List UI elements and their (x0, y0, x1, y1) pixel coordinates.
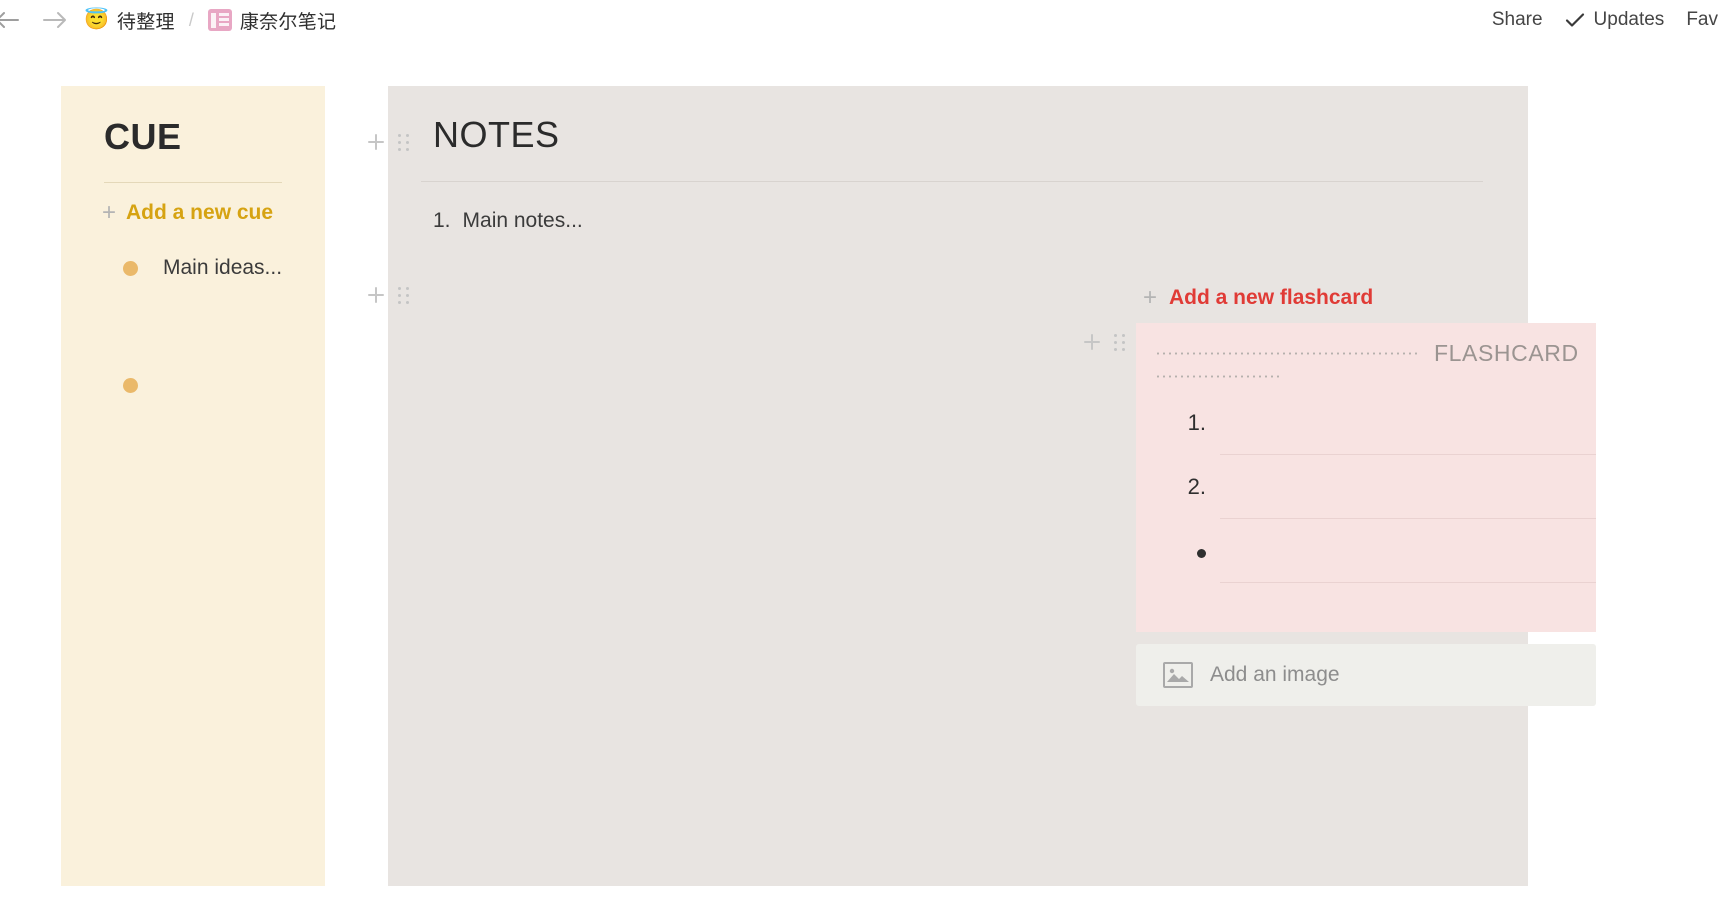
flashcard[interactable]: FLASHCARD 1. 2. (1136, 323, 1596, 632)
flashcard-label: FLASHCARD (1434, 339, 1579, 366)
flashcard-item-input[interactable] (1220, 408, 1596, 455)
bullet-icon (1197, 549, 1206, 558)
flashcard-list-item[interactable]: 2. (1136, 472, 1596, 536)
forward-arrow-icon[interactable] (38, 3, 72, 37)
cue-divider (104, 182, 282, 183)
flashcard-item-input[interactable] (1220, 536, 1596, 583)
breadcrumb-parent-label: 待整理 (116, 11, 175, 33)
workspace: CUE + Add a new cue Main ideas... NOTES … (0, 40, 1718, 924)
cue-title: CUE (104, 116, 182, 157)
breadcrumb-item-parent[interactable]: 😇 待整理 (84, 7, 175, 34)
plus-icon: + (102, 199, 117, 226)
image-icon (1163, 662, 1193, 688)
add-block-icon[interactable] (366, 132, 386, 152)
bullet-icon (123, 378, 138, 393)
flashcard-list-item[interactable]: 1. (1136, 408, 1596, 472)
add-image-button[interactable]: Add an image (1136, 644, 1596, 706)
updates-label: Updates (1593, 9, 1665, 30)
add-new-cue-button[interactable]: + Add a new cue (102, 201, 325, 225)
drag-handle-icon[interactable] (398, 286, 409, 304)
add-new-flashcard-label: Add a new flashcard (1169, 286, 1374, 309)
favorites-button[interactable]: Fav (1686, 9, 1718, 31)
flashcard-item-marker: 2. (1187, 474, 1206, 499)
flashcard-item-marker: 1. (1187, 410, 1206, 435)
breadcrumb-separator: / (188, 9, 194, 30)
add-new-cue-label: Add a new cue (126, 201, 274, 224)
add-block-icon[interactable] (366, 285, 386, 305)
drag-handle-icon[interactable] (398, 133, 409, 151)
flashcard-header: FLASHCARD (1155, 331, 1596, 375)
bullet-icon (123, 260, 138, 276)
notes-row-controls (366, 285, 409, 305)
notes-list-item[interactable]: 1. Main notes... (433, 209, 1528, 233)
flashcard-block-controls (1082, 332, 1125, 352)
breadcrumb-current-label: 康奈尔笔记 (239, 11, 337, 33)
add-image-label: Add an image (1210, 663, 1340, 686)
notes-item-number: 1. (433, 209, 451, 232)
flashcard-list-item[interactable] (1136, 536, 1596, 600)
share-button[interactable]: Share (1492, 9, 1543, 31)
dotted-line-decoration (1155, 351, 1420, 355)
notes-title: NOTES (433, 114, 560, 155)
cue-item-label: Main ideas... (163, 256, 283, 279)
notes-item-label: Main notes... (462, 209, 583, 232)
updates-button[interactable]: Updates (1565, 9, 1665, 31)
cue-list-item[interactable] (123, 378, 325, 393)
dotted-line-decoration (1155, 375, 1279, 378)
add-block-icon[interactable] (1082, 332, 1102, 352)
angel-emoji-icon: 😇 (84, 9, 109, 31)
check-icon (1565, 12, 1585, 28)
breadcrumb: 😇 待整理 / 康奈尔笔记 (84, 7, 336, 34)
drag-handle-icon[interactable] (1114, 333, 1125, 351)
favorites-label: Fav (1686, 9, 1718, 30)
notebook-icon (207, 9, 232, 31)
flashcard-item-marker (1136, 536, 1220, 564)
nav-arrows (0, 3, 72, 37)
notes-divider (421, 181, 1483, 182)
cue-list-item[interactable]: Main ideas... (123, 256, 325, 280)
add-new-flashcard-button[interactable]: + Add a new flashcard (1143, 286, 1373, 310)
flashcard-item-input[interactable] (1220, 472, 1596, 519)
top-bar-actions: Share Updates Fav (1492, 9, 1718, 31)
breadcrumb-item-current[interactable]: 康奈尔笔记 (207, 7, 337, 34)
top-bar: 😇 待整理 / 康奈尔笔记 Share Updates Fav (0, 0, 1718, 40)
plus-icon: + (1143, 284, 1158, 311)
back-arrow-icon[interactable] (0, 3, 24, 37)
share-label: Share (1491, 9, 1543, 30)
cue-column: CUE + Add a new cue Main ideas... (61, 86, 325, 886)
notes-block-controls (366, 132, 409, 152)
